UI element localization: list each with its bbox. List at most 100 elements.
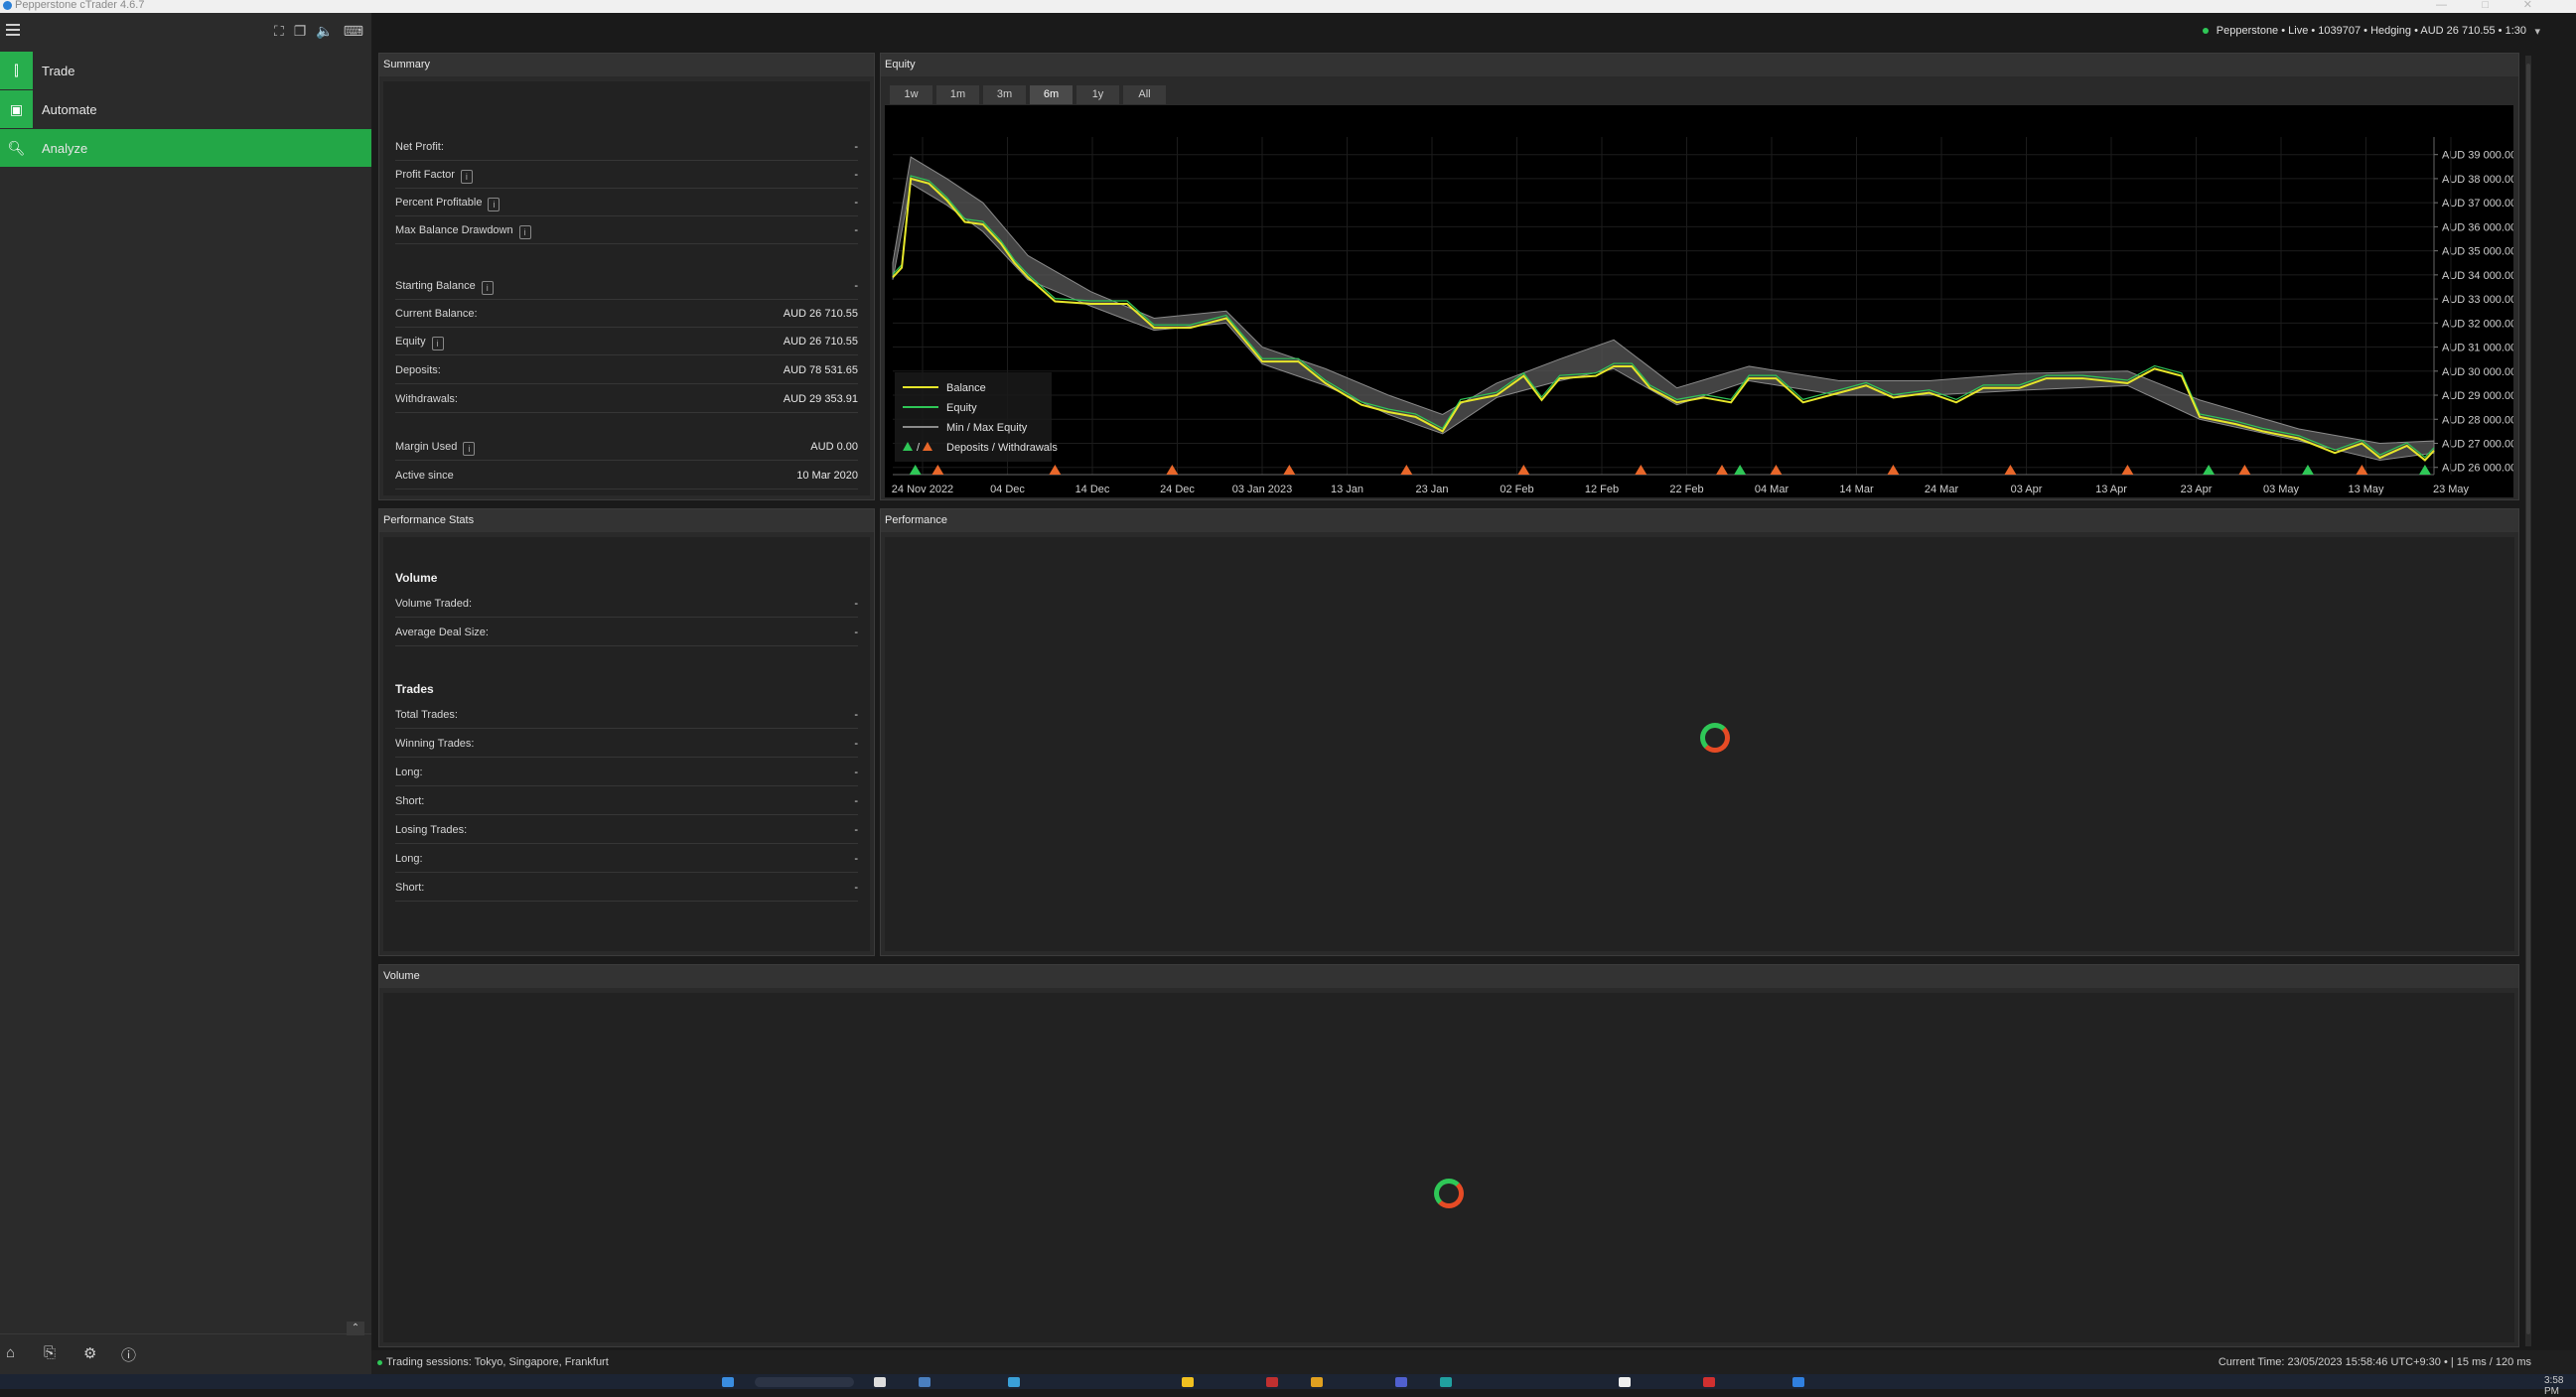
- vertical-scrollbar[interactable]: [2525, 56, 2531, 1346]
- info-icon[interactable]: i: [431, 337, 444, 350]
- range-button-1w[interactable]: 1w: [890, 85, 932, 104]
- menu-icon[interactable]: [6, 24, 20, 36]
- info-icon[interactable]: i: [518, 225, 531, 239]
- taskbar-app-icon[interactable]: [1266, 1377, 1278, 1387]
- taskbar-app-icon[interactable]: [1311, 1377, 1323, 1387]
- y-tick-label: AUD 31 000.00: [2442, 343, 2513, 354]
- row-value: 10 Mar 2020: [796, 470, 858, 482]
- taskbar-app-icon[interactable]: [1792, 1377, 1804, 1387]
- row-label: Net Profit:: [395, 141, 444, 153]
- range-button-all[interactable]: All: [1123, 85, 1166, 104]
- legend-label: Equity: [946, 402, 977, 414]
- panel-title: Performance: [881, 509, 2518, 532]
- row-value: -: [854, 738, 858, 750]
- sidebar-item-automate[interactable]: ▣ Automate: [0, 90, 371, 128]
- sidebar-item-trade[interactable]: ⫿ Trade: [0, 52, 371, 89]
- row-label: Losing Trades:: [395, 824, 468, 836]
- volume-panel: Volume: [378, 964, 2519, 1347]
- taskbar-app-icon[interactable]: [919, 1377, 930, 1387]
- taskbar-app-icon[interactable]: [1395, 1377, 1407, 1387]
- summary-row-withdrawals: Withdrawals: AUD 29 353.91: [395, 384, 858, 413]
- row-value: -: [854, 709, 858, 721]
- range-button-1y[interactable]: 1y: [1076, 85, 1119, 104]
- x-tick-label: 14 Mar: [1839, 484, 1874, 495]
- performance-body: [885, 537, 2514, 951]
- shop-icon[interactable]: ⌂: [6, 1344, 15, 1361]
- info-icon[interactable]: i: [481, 281, 494, 295]
- minimize-icon[interactable]: —: [2436, 0, 2447, 11]
- legend-label: Balance: [946, 382, 986, 394]
- stats-row-losing-trades: Losing Trades: -: [395, 815, 858, 844]
- panel-title: Equity: [881, 54, 2518, 76]
- section-volume: Volume: [395, 571, 438, 585]
- taskbar-app-icon[interactable]: [1619, 1377, 1631, 1387]
- row-label: Average Deal Size:: [395, 627, 489, 638]
- settings-icon[interactable]: ⚙: [83, 1344, 96, 1362]
- taskbar-app-icon[interactable]: [1703, 1377, 1715, 1387]
- row-value: -: [854, 280, 858, 292]
- section-trades: Trades: [395, 682, 434, 696]
- range-button-1m[interactable]: 1m: [936, 85, 979, 104]
- detach-icon[interactable]: ❐: [294, 24, 307, 38]
- stats-row-average-deal-size: Average Deal Size: -: [395, 618, 858, 646]
- x-tick-label: 13 Apr: [2095, 484, 2127, 495]
- x-tick-label: 23 Jan: [1415, 484, 1448, 495]
- row-value: AUD 29 353.91: [783, 393, 858, 405]
- copy-icon[interactable]: ⎘: [44, 1344, 56, 1361]
- window-title: Pepperstone cTrader 4.6.7: [15, 0, 145, 11]
- help-icon[interactable]: ⓘ: [121, 1344, 136, 1365]
- stats-row-losing-short: Short: -: [395, 873, 858, 902]
- window-titlebar: Pepperstone cTrader 4.6.7 — □ ✕: [0, 0, 2576, 13]
- row-value: -: [854, 141, 858, 153]
- range-button-6m[interactable]: 6m: [1030, 85, 1073, 104]
- x-tick-label: 23 Apr: [2181, 484, 2213, 495]
- info-icon[interactable]: i: [460, 170, 473, 184]
- row-label: Volume Traded:: [395, 598, 473, 610]
- taskbar-app-icon[interactable]: [874, 1377, 886, 1387]
- row-label-text: Margin Used: [395, 441, 458, 453]
- x-tick-label: 03 Jan 2023: [1232, 484, 1293, 495]
- y-tick-label: AUD 37 000.00: [2442, 198, 2513, 210]
- summary-row-profit-factor: Profit Factor i -: [395, 160, 858, 189]
- x-tick-label: 23 May: [2433, 484, 2470, 495]
- taskbar-app-icon[interactable]: [1440, 1377, 1452, 1387]
- account-selector[interactable]: Pepperstone • Live • 1039707 • Hedging •…: [2202, 25, 2540, 38]
- sidebar-item-analyze[interactable]: 🔍︎ Analyze: [0, 129, 371, 167]
- chevron-down-icon[interactable]: ▾: [2534, 25, 2540, 38]
- taskbar-app-icon[interactable]: [1182, 1377, 1194, 1387]
- summary-row-max-drawdown: Max Balance Drawdown i -: [395, 215, 858, 244]
- y-tick-label: AUD 34 000.00: [2442, 270, 2513, 282]
- loading-spinner-icon: [1434, 1179, 1464, 1208]
- volume-body: [383, 993, 2514, 1342]
- sound-icon[interactable]: 🔈: [316, 24, 333, 38]
- row-value: AUD 26 710.55: [783, 308, 858, 320]
- info-icon[interactable]: i: [463, 442, 476, 456]
- row-label-text: Equity: [395, 336, 426, 348]
- trading-sessions: Trading sessions: Tokyo, Singapore, Fran…: [377, 1356, 609, 1368]
- maximize-icon[interactable]: □: [2482, 0, 2489, 11]
- row-value: AUD 26 710.55: [783, 336, 858, 348]
- stats-row-losing-long: Long: -: [395, 844, 858, 873]
- taskbar-app-icon[interactable]: [1008, 1377, 1020, 1387]
- x-tick-label: 03 May: [2263, 484, 2300, 495]
- x-tick-label: 13 May: [2348, 484, 2384, 495]
- fullscreen-icon[interactable]: ⛶: [274, 24, 284, 38]
- y-tick-label: AUD 32 000.00: [2442, 318, 2513, 330]
- row-value: -: [854, 882, 858, 894]
- y-tick-label: AUD 36 000.00: [2442, 221, 2513, 233]
- row-value: -: [854, 197, 858, 209]
- range-button-3m[interactable]: 3m: [983, 85, 1026, 104]
- start-icon[interactable]: [722, 1377, 734, 1387]
- row-label: Deposits:: [395, 364, 441, 376]
- info-icon[interactable]: i: [488, 198, 501, 211]
- y-tick-label: AUD 39 000.00: [2442, 150, 2513, 162]
- close-icon[interactable]: ✕: [2523, 0, 2532, 11]
- row-label: Withdrawals:: [395, 393, 458, 405]
- row-value: AUD 78 531.65: [783, 364, 858, 376]
- x-tick-label: 12 Feb: [1585, 484, 1619, 495]
- row-value: -: [854, 598, 858, 610]
- equity-chart[interactable]: AUD 39 000.00 AUD 38 000.00 AUD 37 000.00 A…: [885, 105, 2513, 497]
- keyboard-icon[interactable]: ⌨: [344, 24, 363, 38]
- search-input[interactable]: [755, 1377, 854, 1387]
- row-label: Percent Profitable i: [395, 197, 501, 211]
